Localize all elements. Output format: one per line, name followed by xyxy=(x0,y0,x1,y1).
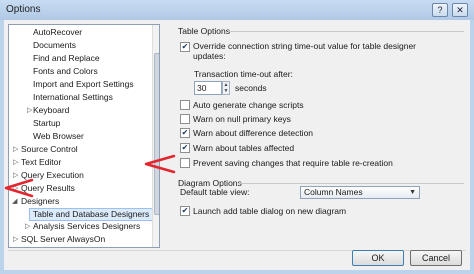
options-window: Options ? ✕ AutoRecover Documents Find a… xyxy=(0,0,474,274)
override-timeout-label-2: updates: xyxy=(193,51,226,61)
expand-icon[interactable]: ▷ xyxy=(13,234,18,245)
tree-item-find-and-replace[interactable]: Find and Replace xyxy=(33,53,100,64)
tree-item-source-control[interactable]: Source Control xyxy=(21,144,78,155)
prevent-saving-label: Prevent saving changes that require tabl… xyxy=(193,158,393,168)
timeout-input[interactable]: 30 xyxy=(194,81,222,95)
window-title: Options xyxy=(6,4,41,15)
tree-item-international[interactable]: International Settings xyxy=(33,92,113,103)
separator xyxy=(228,31,464,32)
scrollbar-thumb[interactable] xyxy=(154,53,159,215)
timeout-label: Transaction time-out after: xyxy=(194,69,293,79)
title-bar: Options ? ✕ xyxy=(0,0,474,20)
cancel-button[interactable]: Cancel xyxy=(410,250,462,266)
auto-generate-checkbox[interactable] xyxy=(180,100,190,110)
override-timeout-label: Override connection string time-out valu… xyxy=(193,41,417,51)
override-timeout-checkbox[interactable]: ✔ xyxy=(180,42,190,52)
chevron-down-icon: ▼ xyxy=(409,189,416,196)
tree-item-import-export[interactable]: Import and Export Settings xyxy=(33,79,134,90)
warn-tables-label: Warn about tables affected xyxy=(193,143,295,153)
warn-difference-label: Warn about difference detection xyxy=(193,128,314,138)
tree-item-table-database-designers[interactable]: Table and Database Designers xyxy=(29,208,154,221)
tree-item-text-editor[interactable]: Text Editor xyxy=(21,157,61,168)
tree-item-keyboard[interactable]: Keyboard xyxy=(33,105,69,116)
launch-add-table-checkbox[interactable]: ✔ xyxy=(180,206,190,216)
expand-icon[interactable]: ▷ xyxy=(25,221,30,232)
expand-icon[interactable]: ▷ xyxy=(13,157,18,168)
tree-item-analysis-services[interactable]: Analysis Services Designers xyxy=(33,221,140,232)
timeout-unit: seconds xyxy=(235,83,267,93)
tree-item-fonts-and-colors[interactable]: Fonts and Colors xyxy=(33,66,98,77)
tree-item-startup[interactable]: Startup xyxy=(33,118,60,129)
timeout-spinner[interactable]: ▲ ▼ xyxy=(222,81,230,95)
tree-item-sql-alwayson[interactable]: SQL Server AlwaysOn xyxy=(21,234,105,245)
table-options-title: Table Options xyxy=(178,26,230,36)
tree-scrollbar[interactable] xyxy=(152,25,159,247)
dialog-body: AutoRecover Documents Find and Replace F… xyxy=(4,20,470,270)
auto-generate-label: Auto generate change scripts xyxy=(193,100,304,110)
expand-icon[interactable]: ▷ xyxy=(27,105,32,116)
tree-item-autorecover[interactable]: AutoRecover xyxy=(33,27,82,38)
warn-difference-checkbox[interactable]: ✔ xyxy=(180,128,190,138)
launch-add-table-label: Launch add table dialog on new diagram xyxy=(193,206,347,216)
separator xyxy=(238,183,464,184)
tree-item-documents[interactable]: Documents xyxy=(33,40,76,51)
warn-null-pk-checkbox[interactable] xyxy=(180,114,190,124)
warn-tables-checkbox[interactable]: ✔ xyxy=(180,143,190,153)
default-view-select[interactable]: Column Names ▼ xyxy=(300,186,420,199)
annotation-arrow-icon xyxy=(144,154,176,174)
expand-icon[interactable]: ▷ xyxy=(13,144,18,155)
help-button[interactable]: ? xyxy=(432,3,448,17)
ok-button[interactable]: OK xyxy=(352,250,404,266)
close-button[interactable]: ✕ xyxy=(452,3,468,17)
tree-item-web-browser[interactable]: Web Browser xyxy=(33,131,84,142)
default-view-label: Default table view: xyxy=(180,187,250,197)
prevent-saving-checkbox[interactable] xyxy=(180,158,190,168)
default-view-value: Column Names xyxy=(304,187,363,197)
warn-null-pk-label: Warn on null primary keys xyxy=(193,114,291,124)
options-tree: AutoRecover Documents Find and Replace F… xyxy=(8,24,160,248)
annotation-arrow-icon xyxy=(4,178,34,198)
